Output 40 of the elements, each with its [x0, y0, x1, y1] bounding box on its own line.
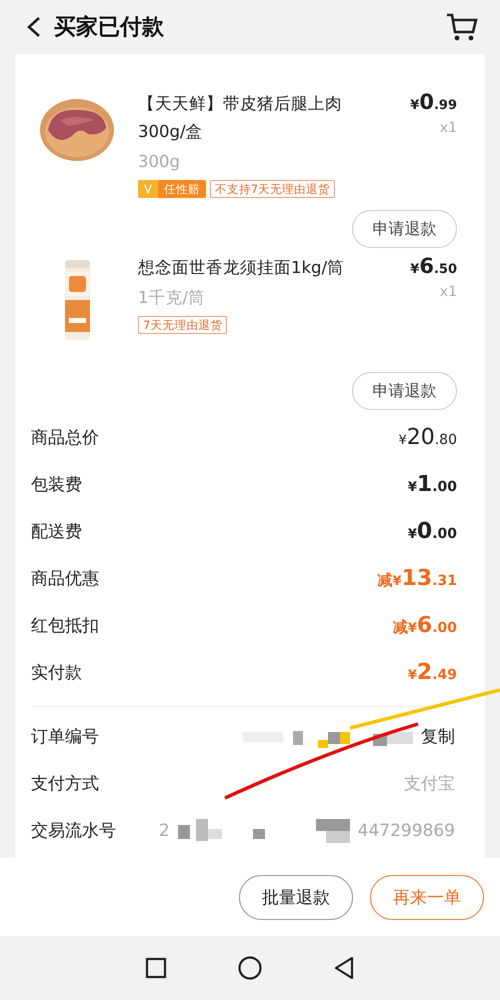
- summary-label: 包装费: [31, 474, 82, 496]
- info-value: 447299869: [358, 820, 455, 841]
- cart-icon[interactable]: [446, 12, 478, 42]
- guarantee-badge: V 任性赔: [138, 180, 206, 198]
- product-title: 想念面世香龙须挂面1kg/筒: [138, 257, 346, 280]
- quantity: x1: [438, 284, 457, 300]
- product-spec: 300g: [138, 151, 181, 174]
- home-icon[interactable]: [237, 954, 263, 981]
- info-label: 订单编号: [31, 726, 100, 748]
- amount: 减¥13.31: [378, 566, 457, 592]
- amount: 减¥6.00: [392, 613, 457, 638]
- recents-icon[interactable]: [145, 956, 167, 979]
- product-price: ¥6.50: [409, 254, 457, 278]
- info-value: 支付宝: [404, 773, 455, 796]
- summary-label: 红包抵扣: [31, 615, 99, 638]
- amount: ¥1.00: [408, 472, 457, 498]
- summary-label: 实付款: [31, 662, 82, 684]
- amount: ¥20.80: [398, 425, 457, 450]
- info-value: 2: [158, 820, 170, 841]
- summary-label: 配送费: [31, 521, 82, 544]
- return-policy-tag: 7天无理由退货: [138, 316, 228, 334]
- product-spec: 1千克/筒: [138, 287, 206, 310]
- amount: ¥2.49: [408, 660, 457, 686]
- return-policy-tag: 不支持7天无理由退货: [210, 180, 336, 198]
- redacted-mosaic: [316, 818, 350, 843]
- summary-label: 商品总价: [31, 427, 99, 450]
- quantity: x1: [438, 120, 457, 136]
- copy-button[interactable]: 复制: [421, 725, 455, 748]
- product-price: ¥0.99: [409, 90, 457, 114]
- back-icon[interactable]: [26, 16, 42, 38]
- amount: ¥0.00: [408, 519, 457, 544]
- product-title: 【天天鲜】带皮猪后腿上肉300g/盒: [138, 93, 343, 144]
- back-icon[interactable]: [333, 956, 355, 980]
- info-label: 交易流水号: [31, 820, 117, 842]
- batch-refund-button[interactable]: 批量退款: [239, 874, 353, 920]
- summary-label: 商品优惠: [31, 568, 99, 590]
- refund-button[interactable]: 申请退款: [352, 372, 457, 410]
- info-label: 支付方式: [31, 773, 100, 796]
- refund-button[interactable]: 申请退款: [352, 210, 457, 248]
- page-title: 买家已付款: [54, 14, 165, 42]
